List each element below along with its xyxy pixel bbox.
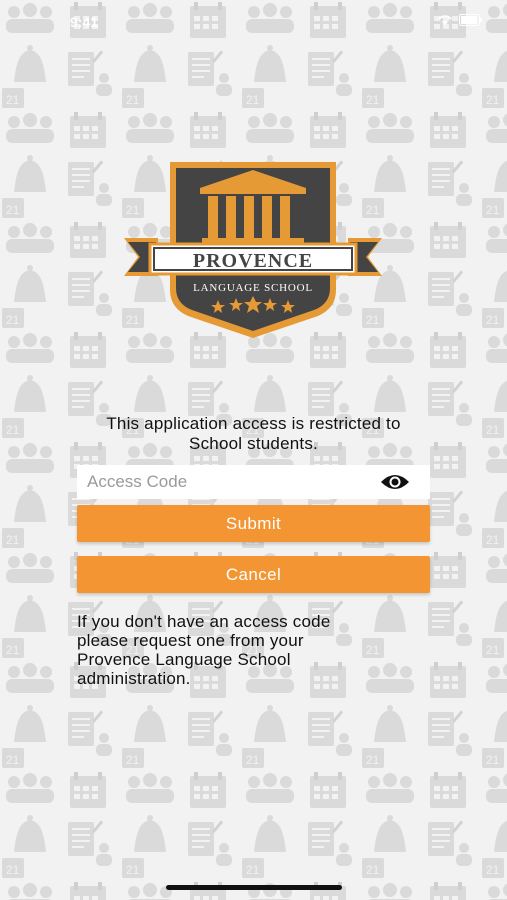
submit-button[interactable]: Submit xyxy=(77,505,430,542)
access-code-field xyxy=(77,465,430,499)
help-text-line4: administration. xyxy=(77,669,191,688)
battery-icon xyxy=(459,14,482,26)
eye-icon[interactable] xyxy=(380,473,410,491)
help-text-line1: If you don't have an access code xyxy=(77,612,331,631)
restriction-message: This application access is restricted to… xyxy=(60,414,447,454)
school-logo: PROVENCE LANGUAGE SCHOOL xyxy=(124,162,382,338)
wifi-icon xyxy=(438,15,452,25)
restriction-message-line2: School students. xyxy=(189,434,318,453)
cancel-button[interactable]: Cancel xyxy=(77,556,430,593)
help-text-line3: Provence Language School xyxy=(77,650,291,669)
home-indicator[interactable] xyxy=(166,885,342,890)
logo-subtitle: LANGUAGE SCHOOL xyxy=(193,282,313,294)
help-text: If you don't have an access code please … xyxy=(77,612,432,688)
help-text-line2: please request one from your xyxy=(77,631,304,650)
restriction-message-line1: This application access is restricted to xyxy=(106,414,401,433)
status-icons xyxy=(437,14,483,26)
logo-title: PROVENCE xyxy=(193,250,313,272)
status-time: 9:41 xyxy=(70,14,99,30)
status-bar: 9:41 xyxy=(0,0,507,40)
access-code-input[interactable] xyxy=(85,466,379,498)
